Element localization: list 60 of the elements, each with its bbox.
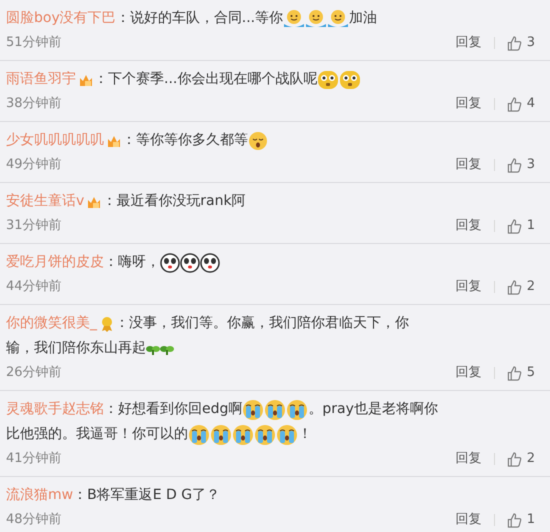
reply-link[interactable]: 回复 bbox=[456, 449, 482, 469]
comment-text: ：嗨呀， bbox=[104, 253, 160, 272]
reply-link[interactable]: 回复 bbox=[456, 155, 482, 175]
reply-link[interactable]: 回复 bbox=[456, 510, 482, 530]
comment-text: ：最近看你没玩rank阿 bbox=[102, 192, 246, 211]
comment-text: 输，我们陪你东山再起 bbox=[6, 339, 146, 358]
comment-time: 31分钟前 bbox=[6, 217, 62, 236]
like-button[interactable]: 1 bbox=[506, 510, 535, 530]
comment-text: ：没事，我们等。你赢，我们陪你君临天下，你 bbox=[115, 314, 409, 333]
comment-time: 26分钟前 bbox=[6, 364, 62, 382]
comment-time: 38分钟前 bbox=[6, 95, 62, 114]
reply-link[interactable]: 回复 bbox=[456, 94, 482, 114]
comment-text: ：下个赛季...你会出现在哪个战队呢 bbox=[94, 70, 318, 89]
comment-time: 41分钟前 bbox=[6, 450, 62, 468]
crying-emoji-icon bbox=[254, 424, 276, 446]
crying-emoji-icon bbox=[264, 398, 286, 420]
thumbs-up-icon bbox=[506, 280, 522, 294]
comment-time: 49分钟前 bbox=[6, 156, 62, 174]
sleepy-emoji-icon bbox=[248, 130, 268, 150]
medal-badge-icon bbox=[99, 316, 115, 332]
like-button[interactable]: 4 bbox=[506, 94, 535, 114]
crying-emoji-icon bbox=[242, 398, 264, 420]
like-button[interactable]: 5 bbox=[506, 363, 535, 383]
thumbs-up-icon bbox=[506, 218, 522, 234]
thumbs-up-icon bbox=[506, 452, 522, 466]
thumbs-up-icon bbox=[506, 366, 522, 380]
crying-emoji-icon bbox=[232, 424, 254, 446]
reply-link[interactable]: 回复 bbox=[456, 277, 482, 297]
like-button[interactable]: 3 bbox=[506, 155, 535, 175]
comment-time: 48分钟前 bbox=[6, 511, 62, 530]
comment-text: 。pray也是老将啊你 bbox=[308, 400, 438, 419]
hug-emoji-icon bbox=[305, 8, 328, 28]
comment-text: ：好想看到你回edg啊 bbox=[104, 400, 242, 419]
like-button[interactable]: 2 bbox=[506, 277, 535, 297]
comment-text: 比他强的。我逼哥！你可以的 bbox=[6, 425, 188, 444]
crying-emoji-icon bbox=[210, 424, 232, 446]
thumbs-up-icon bbox=[506, 96, 522, 112]
reply-link[interactable]: 回复 bbox=[456, 363, 482, 383]
crying-emoji-icon bbox=[286, 398, 308, 420]
crying-emoji-icon bbox=[276, 424, 298, 446]
like-button[interactable]: 2 bbox=[506, 449, 535, 469]
like-button[interactable]: 3 bbox=[506, 33, 535, 53]
comment-text: ！ bbox=[298, 425, 312, 444]
comment-time: 44分钟前 bbox=[6, 278, 62, 296]
reply-link[interactable]: 回复 bbox=[456, 216, 482, 236]
thumbs-up-icon bbox=[506, 36, 522, 50]
reply-link[interactable]: 回复 bbox=[456, 33, 482, 53]
comment-text: 加油 bbox=[349, 9, 378, 28]
comment-text: ：说好的车队，合同...等你 bbox=[116, 9, 284, 28]
thumbs-up-icon bbox=[506, 512, 522, 528]
thumbs-up-icon bbox=[506, 158, 522, 172]
comment-time: 51分钟前 bbox=[6, 34, 62, 52]
awe-emoji-icon bbox=[317, 70, 340, 90]
crying-emoji-icon bbox=[188, 424, 210, 446]
hug-emoji-icon bbox=[327, 8, 350, 28]
comment-text: ：B将军重返E D G了？ bbox=[73, 486, 220, 505]
comment-text: ：等你等你多久都等 bbox=[122, 131, 248, 150]
like-button[interactable]: 1 bbox=[506, 216, 535, 236]
awe-emoji-icon bbox=[339, 70, 362, 90]
hug-emoji-icon bbox=[283, 8, 306, 28]
